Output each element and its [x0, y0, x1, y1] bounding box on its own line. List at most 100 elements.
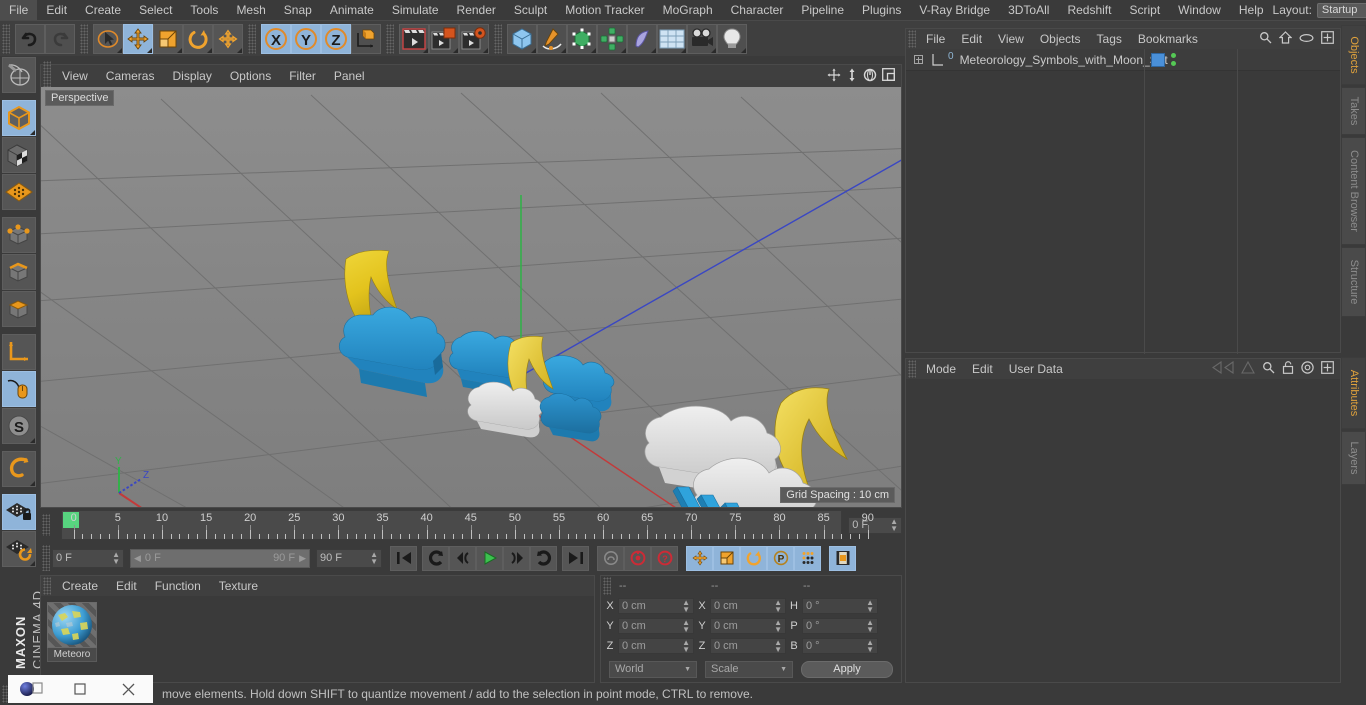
timeline-ruler[interactable]: 0 5 10 15 20 25 30 35 40 45 50 55 60 65 70 75 80 85 90 [60, 510, 874, 540]
layout-dropdown[interactable]: Startup ▼ [1316, 2, 1366, 18]
magnet-move-icon[interactable] [213, 23, 243, 54]
target-icon[interactable] [1301, 361, 1314, 377]
z-axis-icon[interactable]: Z [321, 23, 351, 54]
expand-icon[interactable] [1321, 361, 1334, 377]
toolbar-grip-5[interactable] [494, 23, 502, 54]
array-icon[interactable] [597, 23, 627, 54]
material-grip[interactable] [43, 577, 51, 595]
stepper-icon[interactable]: ▲ ▼ [682, 619, 690, 634]
menu-item-plugins[interactable]: Plugins [853, 0, 910, 20]
attribute-menu-edit[interactable]: Edit [964, 359, 1001, 379]
rotation-b-field[interactable]: 0 ° ▲ ▼ [802, 638, 878, 654]
maximize-icon[interactable] [882, 68, 895, 84]
rotation-key-icon[interactable] [740, 545, 767, 571]
toolbar-grip[interactable] [2, 23, 10, 54]
transport-grip[interactable] [42, 545, 50, 571]
viewport-menu-view[interactable]: View [53, 65, 97, 87]
dolly-icon[interactable] [846, 68, 858, 85]
floor-environment-icon[interactable] [657, 23, 687, 54]
menu-item-mograph[interactable]: MoGraph [654, 0, 722, 20]
selection-live-icon[interactable] [2, 57, 36, 93]
play-backward-loop-icon[interactable] [422, 545, 449, 571]
menu-item-simulate[interactable]: Simulate [383, 0, 448, 20]
stepper-icon[interactable]: ▲ ▼ [682, 599, 690, 614]
tab-takes[interactable]: Takes [1341, 87, 1366, 135]
y-axis-icon[interactable]: Y [291, 23, 321, 54]
undo-icon[interactable] [15, 23, 45, 54]
stepper-icon[interactable]: ▲ ▼ [890, 518, 898, 533]
position-y-field[interactable]: 0 cm ▲ ▼ [618, 618, 694, 634]
menu-item-select[interactable]: Select [130, 0, 181, 20]
material-menu-function[interactable]: Function [146, 576, 210, 596]
menu-item-character[interactable]: Character [722, 0, 793, 20]
stepper-icon-2[interactable]: ▲ ▼ [112, 551, 120, 566]
stepper-icon[interactable]: ▲ ▼ [682, 639, 690, 654]
play-forward-loop-icon[interactable] [530, 545, 557, 571]
menu-item-3dtoall[interactable]: 3DToAll [999, 0, 1058, 20]
stepper-icon[interactable]: ▲ ▼ [866, 619, 874, 634]
move-icon[interactable] [123, 23, 153, 54]
parameter-key-icon[interactable]: P [767, 545, 794, 571]
position-z-field[interactable]: 0 cm ▲ ▼ [618, 638, 694, 654]
viewport-menu-cameras[interactable]: Cameras [97, 65, 164, 87]
size-x-field[interactable]: 0 cm ▲ ▼ [710, 598, 786, 614]
keyframe-selection-icon[interactable]: ? [651, 545, 678, 571]
menu-item-motion-tracker[interactable]: Motion Tracker [556, 0, 653, 20]
menu-item-vray-bridge[interactable]: V-Ray Bridge [910, 0, 999, 20]
go-to-start-icon[interactable] [390, 545, 417, 571]
menu-item-animate[interactable]: Animate [321, 0, 383, 20]
material-swatch[interactable]: Meteoro [47, 602, 99, 664]
point-mode-icon[interactable] [2, 217, 36, 253]
range-left-arrow-icon[interactable]: ◀ [134, 553, 141, 564]
stepper-icon[interactable]: ▲ ▼ [866, 639, 874, 654]
search-icon[interactable] [1259, 31, 1272, 47]
material-sphere-icon[interactable] [47, 602, 97, 648]
current-frame-field[interactable]: 0 F ▲ ▼ [848, 516, 902, 534]
orbit-icon[interactable] [863, 68, 877, 85]
step-forward-icon[interactable] [503, 545, 530, 571]
size-z-field[interactable]: 0 cm ▲ ▼ [710, 638, 786, 654]
stepper-icon[interactable]: ▲ ▼ [774, 619, 782, 634]
polygon-mode-icon[interactable] [2, 291, 36, 327]
deformer-icon[interactable] [627, 23, 657, 54]
viewport-menu-options[interactable]: Options [221, 65, 280, 87]
eye-icon[interactable] [1299, 32, 1314, 46]
point-level-animation-icon[interactable] [794, 545, 821, 571]
position-x-field[interactable]: 0 cm ▲ ▼ [618, 598, 694, 614]
viewport-menu-filter[interactable]: Filter [280, 65, 325, 87]
toolbar-grip-3[interactable] [248, 23, 256, 54]
layer-color-swatch[interactable] [1151, 52, 1165, 67]
object-menu-bookmarks[interactable]: Bookmarks [1130, 29, 1206, 49]
nav-back-icon[interactable] [1212, 360, 1234, 377]
autokey-icon[interactable] [597, 545, 624, 571]
position-key-icon[interactable] [686, 545, 713, 571]
tab-layers[interactable]: Layers [1341, 431, 1366, 485]
menu-item-create[interactable]: Create [76, 0, 130, 20]
model-mode-icon[interactable] [2, 100, 36, 136]
pan-icon[interactable] [827, 68, 841, 85]
tab-structure[interactable]: Structure [1341, 247, 1366, 317]
menu-item-redshift[interactable]: Redshift [1058, 0, 1120, 20]
size-y-field[interactable]: 0 cm ▲ ▼ [710, 618, 786, 634]
tab-content-browser[interactable]: Content Browser [1341, 137, 1366, 245]
visibility-dots[interactable] [1171, 53, 1176, 66]
stepper-icon[interactable]: ▲ ▼ [866, 599, 874, 614]
menu-item-render[interactable]: Render [448, 0, 505, 20]
expand-tree-icon[interactable] [914, 55, 923, 64]
menu-item-tools[interactable]: Tools [181, 0, 227, 20]
stepper-icon[interactable]: ▲ ▼ [774, 639, 782, 654]
render-settings-icon[interactable] [459, 23, 489, 54]
range-right-arrow-icon[interactable]: ▶ [299, 553, 306, 564]
lock-icon[interactable] [1282, 361, 1294, 377]
viewport-3d-canvas[interactable]: Perspective Grid Spacing : 10 cm Y X Z [41, 87, 901, 507]
menu-item-sculpt[interactable]: Sculpt [505, 0, 556, 20]
material-menu-edit[interactable]: Edit [107, 576, 146, 596]
attribute-manager-grip[interactable] [908, 360, 916, 378]
camera-icon[interactable] [687, 23, 717, 54]
rotation-p-field[interactable]: 0 ° ▲ ▼ [802, 618, 878, 634]
magnet-icon[interactable] [2, 451, 36, 487]
stepper-icon[interactable]: ▲ ▼ [774, 599, 782, 614]
material-menu-create[interactable]: Create [53, 576, 107, 596]
toolbar-grip-2[interactable] [80, 23, 88, 54]
toolbar-grip-4[interactable] [386, 23, 394, 54]
